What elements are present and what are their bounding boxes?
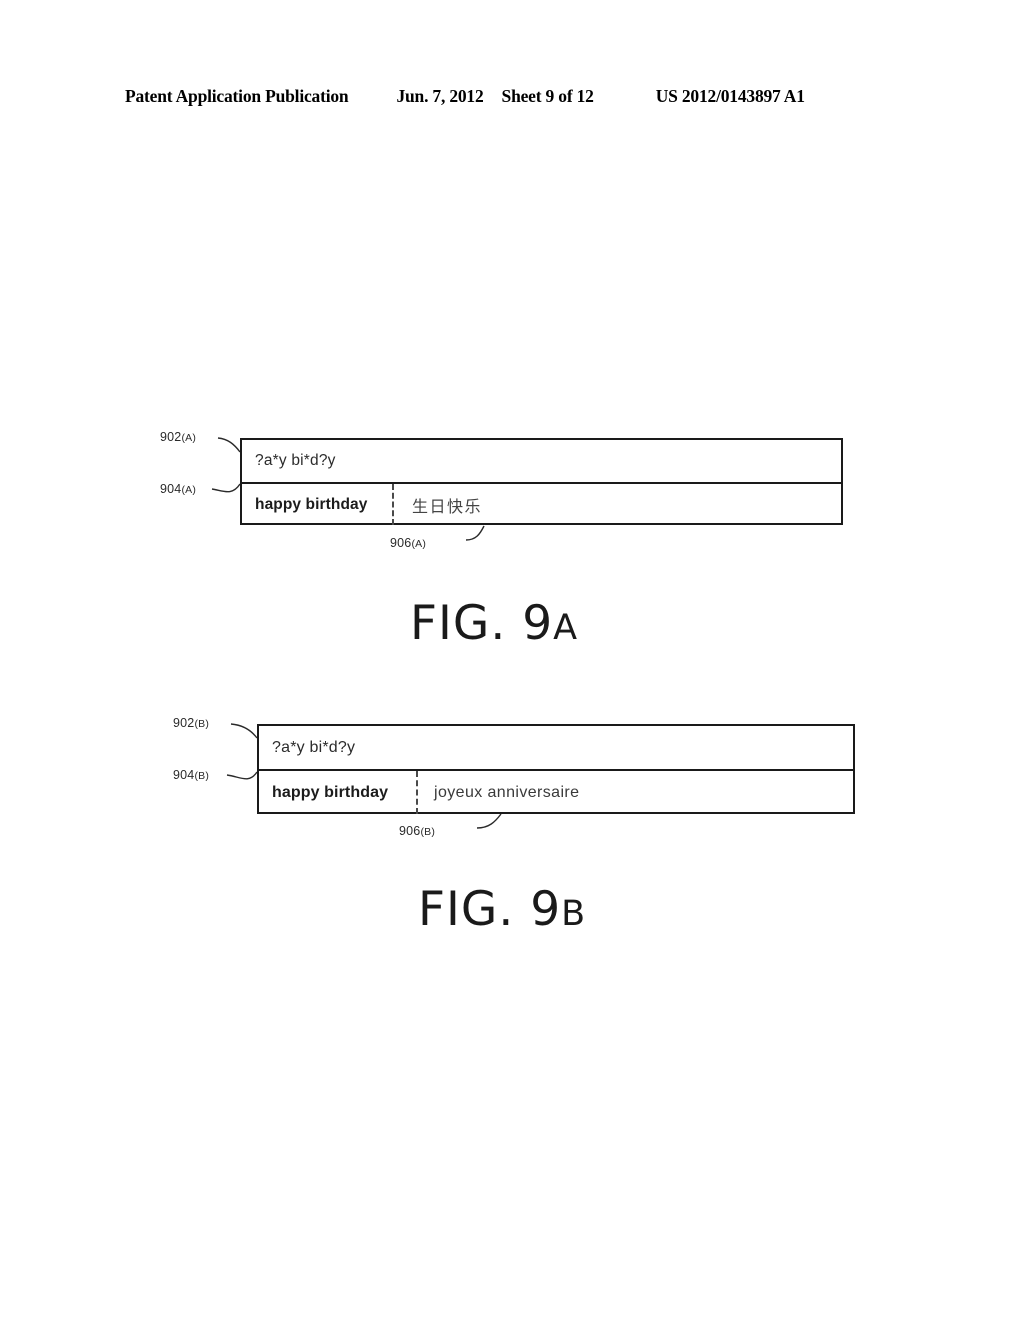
figure-9a-source-phrase: happy birthday xyxy=(255,495,368,513)
figure-9a-caption: FIG. 9A xyxy=(410,596,579,651)
figure-9a-query-row: ?a*y bi*d?y xyxy=(242,440,841,484)
header-publication-title: Patent Application Publication xyxy=(125,86,349,106)
page-header: Patent Application Publication Jun. 7, 2… xyxy=(125,86,895,110)
reference-numeral-904a: 904(A) xyxy=(160,482,197,496)
reference-numeral-906a: 906(A) xyxy=(390,536,427,550)
figure-9b-query-row: ?a*y bi*d?y xyxy=(259,726,853,771)
figure-9a-diagram: ?a*y bi*d?y happy birthday 生日快乐 xyxy=(240,438,843,525)
reference-numeral-902b: 902(B) xyxy=(173,716,210,730)
header-patent-number: US 2012/0143897 A1 xyxy=(655,86,805,106)
figure-9b-result-row: happy birthday joyeux anniversaire xyxy=(259,771,853,814)
header-sheet-number: Sheet 9 of 12 xyxy=(501,86,594,106)
figure-9a-query-text: ?a*y bi*d?y xyxy=(255,452,336,469)
figure-9b-source-phrase: happy birthday xyxy=(272,783,389,801)
figure-9b-diagram: ?a*y bi*d?y happy birthday joyeux annive… xyxy=(257,724,855,814)
reference-numeral-906b: 906(B) xyxy=(399,824,436,838)
figure-9a-target-phrase: 生日快乐 xyxy=(412,496,483,516)
reference-numeral-902a: 902(A) xyxy=(160,430,197,444)
reference-numeral-904b: 904(B) xyxy=(173,768,210,782)
figure-9b-target-phrase: joyeux anniversaire xyxy=(434,783,580,801)
figure-9b-caption: FIG. 9B xyxy=(418,882,587,937)
figure-9a-result-row: happy birthday 生日快乐 xyxy=(242,484,841,525)
header-publication-date: Jun. 7, 2012 xyxy=(396,86,484,106)
figure-9b-query-text: ?a*y bi*d?y xyxy=(272,738,356,756)
